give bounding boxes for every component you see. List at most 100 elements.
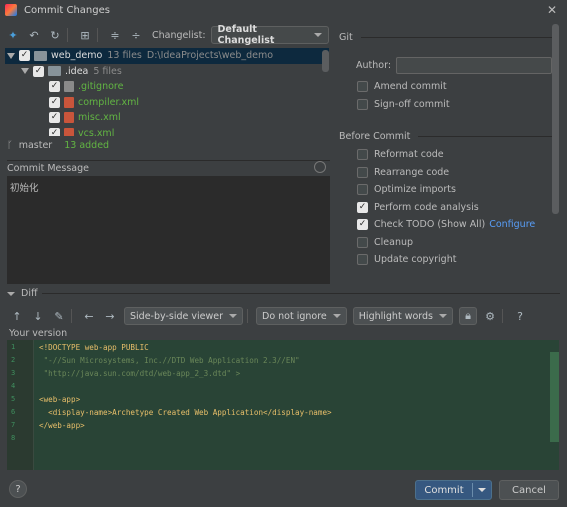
option-label: Rearrange code — [374, 166, 450, 178]
before-commit-option[interactable]: Rearrange code — [357, 164, 552, 182]
close-icon[interactable]: ✕ — [547, 3, 557, 17]
help-icon[interactable]: ? — [512, 308, 528, 324]
option-checkbox[interactable] — [357, 166, 368, 178]
file-name: .gitignore — [78, 81, 124, 93]
toolbar-separator — [67, 28, 68, 42]
commit-button[interactable]: Commit — [415, 480, 492, 500]
toolbar-separator — [247, 309, 248, 323]
signoff-label: Sign-off commit — [374, 98, 450, 110]
rollback-icon[interactable]: ↶ — [26, 27, 42, 43]
before-commit-option[interactable]: Reformat code — [357, 146, 552, 164]
option-checkbox[interactable]: ✓ — [357, 201, 368, 213]
before-commit-title: Before Commit — [339, 130, 411, 142]
option-checkbox[interactable] — [357, 236, 368, 248]
expand-arrow-icon[interactable] — [7, 52, 15, 59]
code-line: "http://java.sun.com/dtd/web-app_2_3.dtd… — [39, 369, 241, 378]
amend-option[interactable]: Amend commit — [339, 78, 552, 96]
code-line: <display-name>Archetype Created Web Appl… — [39, 408, 332, 417]
history-icon[interactable] — [314, 161, 326, 173]
line-number: 7 — [11, 421, 16, 429]
option-checkbox[interactable]: ✓ — [357, 219, 368, 231]
collapse-arrow-icon[interactable] — [7, 291, 15, 296]
option-checkbox[interactable] — [357, 149, 368, 161]
option-checkbox[interactable] — [357, 254, 368, 266]
changelist-label: Changelist: — [152, 29, 206, 41]
before-commit-option[interactable]: Optimize imports — [357, 181, 552, 199]
separator — [7, 160, 330, 161]
chevron-down-icon — [229, 314, 237, 318]
chevron-down-icon[interactable] — [478, 488, 486, 492]
toolbar-separator — [97, 28, 98, 42]
tree-row-file[interactable]: ✓ vcs.xml — [5, 126, 329, 136]
separator — [418, 135, 552, 137]
tree-row-file[interactable]: ✓ misc.xml — [5, 110, 329, 126]
arrow-left-icon[interactable]: ← — [81, 308, 97, 324]
diff-header[interactable]: Diff — [7, 288, 38, 299]
option-label: Reformat code — [374, 149, 444, 161]
branch-name[interactable]: master — [19, 140, 53, 151]
diff-toolbar: ↑ ↓ ✎ ← → Side-by-side viewer Do not ign… — [0, 306, 567, 326]
before-commit-option[interactable]: ✓ Perform code analysis — [357, 199, 552, 217]
before-commit-options: Reformat code Rearrange code Optimize impo… — [339, 146, 552, 269]
arrow-up-icon[interactable]: ↑ — [9, 308, 25, 324]
window-title: Commit Changes — [24, 4, 110, 16]
refresh-icon[interactable]: ↻ — [47, 27, 63, 43]
footer: ? Commit Cancel — [0, 470, 567, 507]
tree-row-root[interactable]: ✓ web_demo 13 files D:\IdeaProjects\web_… — [5, 48, 329, 64]
gear-icon[interactable]: ⚙ — [482, 308, 498, 324]
commit-message-input[interactable]: 初始化 — [7, 176, 330, 284]
viewer-dropdown[interactable]: Side-by-side viewer — [124, 307, 243, 325]
file-checkbox[interactable]: ✓ — [49, 96, 60, 108]
file-checkbox[interactable]: ✓ — [49, 112, 60, 124]
signoff-option[interactable]: Sign-off commit — [339, 96, 552, 114]
chevron-down-icon — [332, 314, 341, 318]
before-commit-option[interactable]: Cleanup — [357, 234, 552, 252]
root-checkbox[interactable]: ✓ — [19, 50, 30, 62]
root-count: 13 files — [107, 50, 142, 62]
separator — [472, 483, 473, 497]
highlight-dropdown[interactable]: Highlight words — [352, 307, 453, 325]
code-line: <!DOCTYPE web-app PUBLIC — [39, 343, 149, 352]
expand-all-icon[interactable]: ≑ — [107, 27, 123, 43]
tree-scrollbar[interactable] — [322, 50, 329, 72]
toolbar-separator — [71, 309, 72, 323]
option-checkbox[interactable] — [357, 184, 368, 196]
changelist-dropdown[interactable]: Default Changelist — [210, 24, 329, 46]
file-checkbox[interactable]: ✓ — [49, 81, 60, 93]
tree-row-file[interactable]: ✓ .gitignore — [5, 79, 329, 95]
ignore-dropdown[interactable]: Do not ignore — [256, 307, 347, 325]
tree-row-idea[interactable]: ✓ .idea 5 files — [5, 64, 329, 80]
show-diff-icon[interactable]: ✦ — [5, 27, 21, 43]
idea-checkbox[interactable]: ✓ — [33, 65, 44, 77]
configure-link[interactable]: Configure — [489, 219, 535, 230]
diff-editor[interactable]: 1 <!DOCTYPE web-app PUBLIC 2 "-//Sun Micro… — [7, 340, 559, 470]
expand-arrow-icon[interactable] — [21, 68, 29, 75]
xml-file-icon — [64, 96, 74, 108]
option-label: Optimize imports — [374, 184, 456, 196]
group-by-icon[interactable]: ⊞ — [77, 27, 93, 43]
arrow-right-icon[interactable]: → — [102, 308, 118, 324]
option-label: Check TODO (Show All) — [374, 219, 486, 231]
lock-icon[interactable]: 🔒︎ — [459, 307, 477, 325]
root-name: web_demo — [51, 50, 103, 62]
chevron-down-icon — [313, 33, 322, 37]
option-label: Cleanup — [374, 236, 414, 248]
edit-icon[interactable]: ✎ — [51, 308, 67, 324]
amend-checkbox[interactable] — [357, 81, 368, 93]
editor-scrollbar[interactable] — [550, 352, 559, 442]
help-button[interactable]: ? — [9, 480, 27, 498]
line-number: 8 — [11, 434, 16, 442]
tree-row-file[interactable]: ✓ compiler.xml — [5, 95, 329, 111]
author-field[interactable] — [396, 57, 552, 74]
options-scrollbar[interactable] — [552, 24, 559, 214]
changes-tree[interactable]: ✓ web_demo 13 files D:\IdeaProjects\web_… — [5, 48, 329, 136]
before-commit-option[interactable]: Update copyright — [357, 251, 552, 269]
arrow-down-icon[interactable]: ↓ — [30, 308, 46, 324]
signoff-checkbox[interactable] — [357, 98, 368, 110]
separator — [360, 36, 552, 38]
toolbar-separator — [502, 309, 503, 323]
cancel-button[interactable]: Cancel — [499, 480, 559, 500]
collapse-all-icon[interactable]: ÷ — [128, 27, 144, 43]
before-commit-option[interactable]: ✓ Check TODO (Show All) Configure — [357, 216, 552, 234]
file-checkbox[interactable]: ✓ — [49, 127, 60, 136]
